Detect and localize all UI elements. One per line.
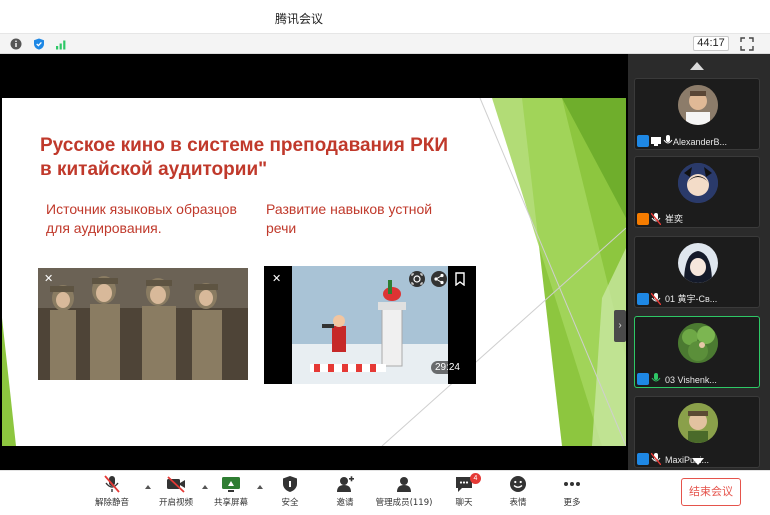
shield-icon[interactable] [33,38,45,50]
avatar [678,163,718,203]
user-badge-icon [637,373,649,385]
more-label: 更多 [563,498,581,508]
bookmark-icon[interactable] [454,272,466,286]
host-badge-icon [637,135,649,147]
participant-tile[interactable]: 崔奕 [634,156,760,228]
invite-label: 邀请 [336,498,354,508]
slide-subtitle-right: Развитие навыков устной речи [266,201,433,236]
chat-label: 聊天 [455,498,473,508]
microphone-icon [663,135,673,144]
smiley-icon [510,476,526,492]
user-badge-icon [637,213,649,225]
chat-button[interactable]: 4 聊天 [436,473,492,508]
participant-name: AlexanderB... [673,137,728,147]
reactions-button[interactable]: 表情 [490,475,546,508]
close-video-icon[interactable]: ✕ [272,272,281,285]
video-thumbnail-soldiers[interactable]: ✕ [38,268,248,380]
microphone-muted-icon [651,453,661,465]
slide-title: Русское кино в системе преподавания РКИ … [40,135,449,180]
members-icon [397,477,411,492]
meeting-timer: 44:17 [693,36,729,51]
participant-tile-speaking[interactable]: 03 Vishenk... [634,316,760,388]
invite-button[interactable]: 邀请 [317,475,373,508]
shield-icon [283,476,297,492]
title-bar: 腾讯会议 [0,0,770,34]
user-badge-icon [637,293,649,305]
add-user-icon [337,476,354,492]
meeting-toolbar: 解除静音 开启视频 共享屏幕 安全 邀请 管理成员(119) 4 聊天 表情 更… [0,470,770,515]
participant-tile[interactable]: AlexanderB... [634,78,760,150]
more-dots-icon [564,482,580,486]
camera-off-icon [167,476,185,493]
more-button[interactable]: 更多 [544,475,600,508]
participant-name: 崔奕 [665,214,684,224]
avatar [678,85,718,125]
fullscreen-icon[interactable] [740,37,754,51]
security-label: 安全 [281,498,299,508]
unmute-label: 解除静音 [94,498,129,508]
participant-name: 03 Vishenk... [665,375,717,385]
slide-subtitle-left: Источник языковых образцов для аудирован… [46,201,237,236]
share-icon[interactable] [430,270,448,288]
manage-members-button[interactable]: 管理成员(119) [368,475,440,508]
video-player-cartoon[interactable]: ✕ 29:24 [264,266,476,384]
avatar [678,323,718,363]
window-title: 腾讯会议 [275,12,324,26]
picture-in-picture-icon[interactable] [408,270,426,288]
unmute-button[interactable]: 解除静音 [84,475,140,508]
soldiers-image [38,268,248,380]
info-icon[interactable] [10,38,22,50]
signal-strength-icon[interactable] [55,38,67,50]
start-video-label: 开启视频 [158,498,193,508]
share-screen-button[interactable]: 共享屏幕 [203,475,259,508]
shared-screen-area: Русское кино в системе преподавания РКИ … [0,54,628,470]
meeting-window: 腾讯会议 44:17 Русское кино в системе препод… [0,0,770,515]
manage-members-label: 管理成员(119) [375,498,433,508]
participant-name: MaxiPuzi... [665,455,710,465]
close-video-icon[interactable]: ✕ [44,272,53,285]
chat-unread-badge: 4 [470,473,481,484]
start-video-button[interactable]: 开启视频 [148,475,204,508]
microphone-muted-icon [651,213,661,225]
share-screen-label: 共享屏幕 [213,498,248,508]
security-button[interactable]: 安全 [262,475,318,508]
scroll-down-icon[interactable] [692,458,704,465]
participant-tile[interactable]: 01 黄宇-Св... [634,236,760,308]
avatar [678,243,718,283]
microphone-muted-icon [651,293,661,305]
user-badge-icon [637,453,649,465]
presentation-slide: Русское кино в системе преподавания РКИ … [2,98,626,446]
microphone-active-icon [651,373,661,382]
participant-name: 01 黄宇-Св... [665,294,718,304]
end-meeting-button[interactable]: 结束会议 [681,478,741,506]
microphone-muted-icon [104,475,120,493]
reactions-label: 表情 [509,498,527,508]
share-screen-icon [222,477,240,492]
meeting-info-bar: 44:17 [0,34,770,54]
screen-share-icon [651,137,661,146]
collapse-panel-button[interactable]: › [614,310,626,342]
participant-video-panel: AlexanderB... 崔奕 01 黄宇-Св... 03 Vishenk.… [628,54,770,470]
scroll-up-icon[interactable] [690,62,704,70]
avatar [678,403,718,443]
video-duration: 29:24 [430,361,464,374]
